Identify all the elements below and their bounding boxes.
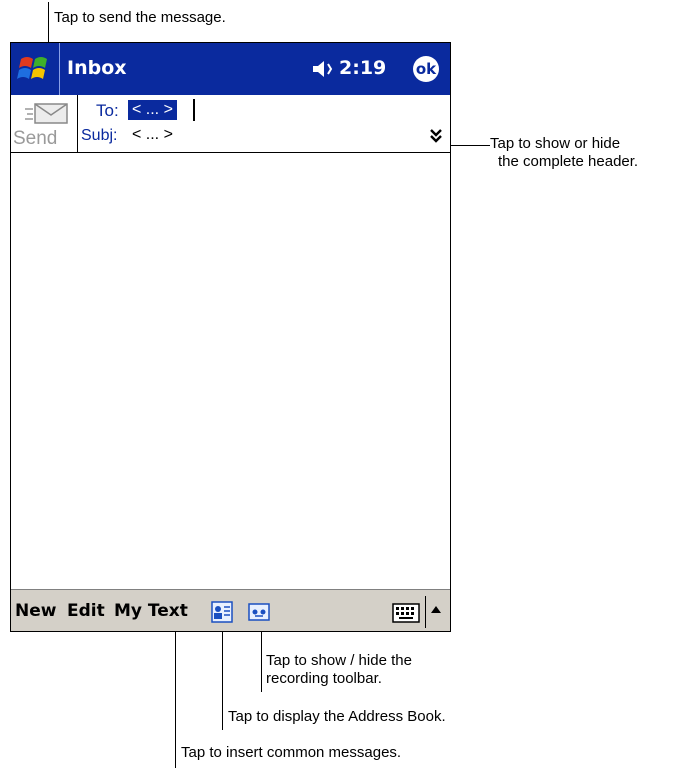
- header-callout-line2: the complete header.: [498, 153, 639, 170]
- address-book-icon[interactable]: [211, 601, 233, 623]
- recording-callout-line1: Tap to show / hide the: [266, 652, 412, 669]
- address-callout: Tap to display the Address Book.: [228, 708, 446, 725]
- recording-callout-line2: recording toolbar.: [266, 670, 382, 687]
- message-body[interactable]: [11, 154, 450, 589]
- send-callout: Tap to send the message.: [54, 9, 226, 26]
- title-separator: [59, 43, 60, 95]
- ok-button[interactable]: ok: [413, 56, 439, 82]
- message-header: Send To: < ... > Subj: < ... >: [11, 95, 450, 153]
- menu-my-text[interactable]: My Text: [114, 601, 188, 621]
- subject-field[interactable]: < ... >: [132, 126, 173, 144]
- pocketpc-screen: Inbox 2:19 ok Send To: < ... > Subj: < .…: [10, 42, 451, 632]
- to-field[interactable]: < ... >: [128, 100, 177, 120]
- subject-label: Subj:: [81, 127, 118, 144]
- menu-edit[interactable]: Edit: [67, 601, 105, 621]
- speaker-muted-icon[interactable]: [311, 59, 335, 79]
- send-button[interactable]: Send: [11, 95, 77, 153]
- send-divider: [77, 95, 78, 153]
- recording-toolbar-icon[interactable]: [248, 603, 270, 621]
- clock[interactable]: 2:19: [339, 57, 386, 79]
- send-label: Send: [13, 128, 58, 149]
- double-chevron-down-icon[interactable]: [429, 128, 443, 144]
- app-title: Inbox: [67, 57, 127, 79]
- text-caret: [193, 99, 195, 121]
- windows-flag-icon[interactable]: [15, 51, 55, 87]
- envelope-icon: [25, 103, 68, 124]
- header-divider: [11, 152, 450, 153]
- mytext-callout: Tap to insert common messages.: [181, 744, 402, 761]
- mytext-callout-line: [175, 620, 176, 768]
- keyboard-separator: [425, 596, 426, 628]
- menu-bar: New Edit My Text: [11, 589, 450, 631]
- arrow-up-icon[interactable]: [431, 606, 441, 613]
- title-bar: Inbox 2:19 ok: [11, 43, 450, 95]
- menu-new[interactable]: New: [15, 601, 56, 621]
- address-callout-line: [222, 620, 223, 730]
- keyboard-icon[interactable]: [392, 603, 420, 623]
- header-callout-line1: Tap to show or hide: [490, 135, 621, 152]
- to-label[interactable]: To:: [96, 101, 119, 121]
